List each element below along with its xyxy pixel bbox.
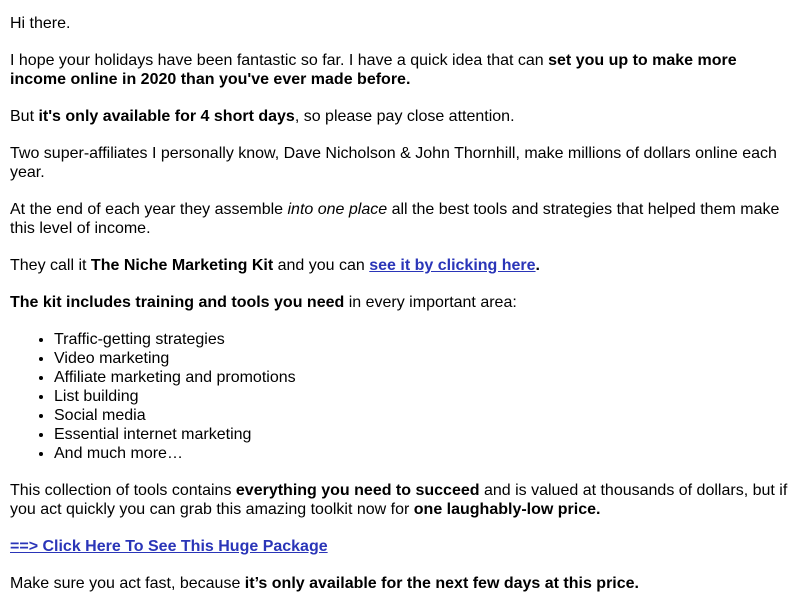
email-body: Hi there. I hope your holidays have been… bbox=[0, 0, 800, 593]
kit-includes-highlight: The kit includes training and tools you … bbox=[10, 294, 345, 311]
kit-name-text-mid: and you can bbox=[273, 257, 370, 274]
intro-text: I hope your holidays have been fantastic… bbox=[10, 52, 549, 69]
assemble-emphasis: into one place bbox=[287, 201, 388, 218]
value-highlight: everything you need to succeed bbox=[235, 482, 480, 499]
kit-name: The Niche Marketing Kit bbox=[90, 257, 274, 274]
list-item: Traffic-getting strategies bbox=[54, 330, 790, 349]
availability-highlight: it's only available for 4 short days bbox=[38, 108, 295, 125]
feature-list: Traffic-getting strategies Video marketi… bbox=[10, 330, 790, 463]
value-text-start: This collection of tools contains bbox=[10, 482, 236, 499]
kit-name-paragraph: They call it The Niche Marketing Kit and… bbox=[10, 256, 790, 275]
list-item: Social media bbox=[54, 406, 790, 425]
availability-paragraph: But it's only available for 4 short days… bbox=[10, 107, 790, 126]
value-paragraph: This collection of tools contains everyt… bbox=[10, 481, 790, 519]
kit-name-period: . bbox=[535, 257, 540, 274]
list-item: Affiliate marketing and promotions bbox=[54, 368, 790, 387]
assemble-paragraph: At the end of each year they assemble in… bbox=[10, 200, 790, 238]
closing-highlight: it’s only available for the next few day… bbox=[244, 575, 639, 592]
list-item: Video marketing bbox=[54, 349, 790, 368]
availability-text-start: But bbox=[10, 108, 39, 125]
super-affiliates-paragraph: Two super-affiliates I personally know, … bbox=[10, 145, 777, 181]
assemble-text-start: At the end of each year they assemble bbox=[10, 201, 288, 218]
kit-includes-text: in every important area: bbox=[344, 294, 517, 311]
greeting: Hi there. bbox=[10, 15, 71, 32]
availability-text-end: , so please pay close attention. bbox=[294, 108, 515, 125]
closing-text: Make sure you act fast, because bbox=[10, 575, 245, 592]
closing-paragraph: Make sure you act fast, because it’s onl… bbox=[10, 574, 790, 593]
list-item: And much more… bbox=[54, 444, 790, 463]
list-item: List building bbox=[54, 387, 790, 406]
kit-name-text-start: They call it bbox=[10, 257, 91, 274]
cta-paragraph: ==> Click Here To See This Huge Package bbox=[10, 537, 790, 556]
cta-link[interactable]: ==> Click Here To See This Huge Package bbox=[10, 538, 328, 555]
price-highlight: one laughably-low price. bbox=[413, 501, 601, 518]
list-item: Essential internet marketing bbox=[54, 425, 790, 444]
kit-includes-paragraph: The kit includes training and tools you … bbox=[10, 293, 790, 312]
intro-paragraph: I hope your holidays have been fantastic… bbox=[10, 51, 790, 89]
see-it-link[interactable]: see it by clicking here bbox=[369, 257, 535, 274]
